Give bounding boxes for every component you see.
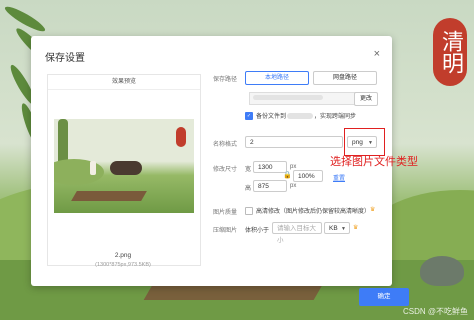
path-redacted — [253, 95, 323, 100]
preview-header: 效果预览 — [48, 75, 200, 90]
reset-link[interactable]: 重置 — [333, 173, 345, 182]
cloud-path-button[interactable]: 网盘路径 — [313, 71, 377, 85]
annotation-connector — [384, 139, 385, 153]
vip-crown-icon: ♛ — [353, 225, 359, 231]
compress-unit-value: KB — [329, 225, 338, 232]
height-unit: px — [290, 183, 297, 189]
filename-input[interactable]: 2 — [245, 136, 343, 148]
figure-shape — [90, 161, 96, 175]
close-icon[interactable]: × — [374, 48, 380, 60]
ox-shape — [110, 161, 142, 175]
path-shape — [71, 191, 147, 201]
backup-label-post: ，实现跨端同步 — [314, 114, 357, 120]
annotation-text: 选择图片文件类型 — [330, 156, 418, 168]
rock-shape — [420, 256, 464, 286]
quality-checkbox[interactable] — [245, 207, 253, 215]
compress-size-input[interactable]: 请输入目标大小 — [272, 222, 322, 244]
preview-filename: 2.png — [114, 252, 132, 259]
seal-shape — [176, 127, 186, 147]
compress-label: 压缩图片 — [213, 228, 238, 234]
width-label: 宽 — [245, 167, 252, 173]
quality-option: 高清修改（图片修改后仍保留较高清晰度） — [256, 209, 371, 215]
scale-input[interactable]: 100% — [293, 170, 323, 182]
preview-panel: 效果预览 — [47, 74, 201, 266]
leaf-shape — [2, 3, 48, 35]
hill-shape — [54, 159, 104, 185]
annotation-highlight-box — [344, 128, 385, 156]
local-path-button[interactable]: 本地路径 — [245, 71, 309, 85]
compress-unit-select[interactable]: KB ▼ — [324, 222, 350, 234]
preview-image — [54, 119, 194, 213]
quality-label: 图片质量 — [213, 210, 238, 216]
backup-checkbox[interactable]: ✓ — [245, 112, 253, 120]
name-format-label: 名称格式 — [213, 142, 238, 148]
chevron-down-icon: ▼ — [341, 226, 346, 232]
backup-label-pre: 备份文件到 — [256, 114, 287, 120]
height-input[interactable]: 875 — [253, 180, 287, 192]
resize-label: 修改尺寸 — [213, 167, 238, 173]
height-label: 高 — [245, 186, 252, 192]
vip-crown-icon: ♛ — [370, 207, 376, 213]
redacted-mark — [287, 113, 314, 120]
watermark: CSDN @不吃鲜鱼 — [402, 307, 468, 316]
qingming-seal-logo: 清明 — [433, 18, 467, 86]
preview-file-meta: (1300*875px,973.5KB) — [95, 262, 151, 268]
lock-icon[interactable]: 🔒 — [283, 171, 292, 179]
seal-text: 清明 — [438, 30, 463, 74]
width-input[interactable]: 1300 — [253, 161, 287, 173]
dialog-title: 保存设置 — [45, 53, 85, 64]
backup-label: 备份文件到 ，实现跨端同步 — [256, 111, 356, 120]
change-path-button[interactable]: 更改 — [354, 92, 378, 106]
compress-prefix: 体积小于 — [245, 228, 270, 234]
confirm-button[interactable]: 确定 — [359, 288, 409, 306]
save-path-label: 保存路径 — [213, 77, 238, 83]
